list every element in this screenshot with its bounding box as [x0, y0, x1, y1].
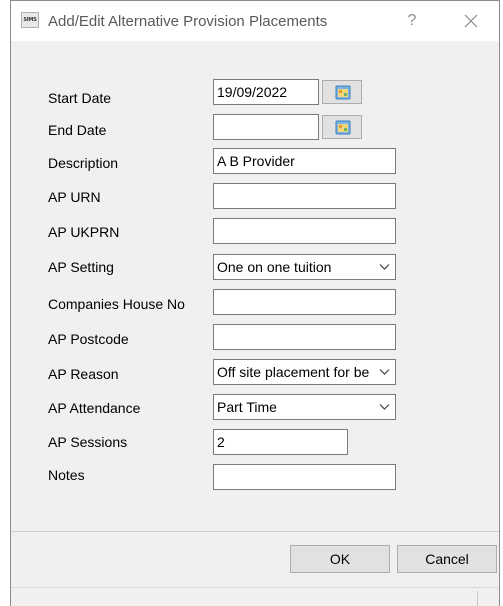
companies-house-no-input[interactable] — [213, 289, 396, 315]
ap-urn-label: AP URN — [48, 189, 101, 205]
end-date-input[interactable] — [213, 114, 319, 140]
close-button[interactable] — [456, 6, 486, 36]
ap-reason-value: Off site placement for be — [217, 364, 370, 380]
window-title: Add/Edit Alternative Provision Placement… — [48, 13, 328, 30]
ok-button[interactable]: OK — [290, 545, 390, 573]
calendar-icon — [335, 120, 351, 135]
ap-setting-select[interactable]: One on one tuition — [213, 254, 396, 280]
ap-sessions-label: AP Sessions — [48, 434, 128, 450]
description-input[interactable]: A B Provider — [213, 148, 396, 174]
start-date-calendar-button[interactable] — [322, 80, 362, 104]
ap-attendance-label: AP Attendance — [48, 400, 141, 416]
dialog-window: SIMS Add/Edit Alternative Provision Plac… — [10, 0, 500, 606]
ap-ukprn-input[interactable] — [213, 218, 396, 244]
ap-urn-input[interactable] — [213, 183, 396, 209]
end-date-label: End Date — [48, 122, 107, 138]
calendar-icon — [335, 85, 351, 100]
close-icon — [464, 14, 478, 28]
chevron-down-icon — [379, 264, 390, 270]
ap-attendance-value: Part Time — [217, 399, 277, 415]
status-strip — [11, 587, 499, 606]
chevron-down-icon — [379, 404, 390, 410]
ap-reason-label: AP Reason — [48, 366, 119, 382]
ap-setting-value: One on one tuition — [217, 259, 332, 275]
ap-postcode-label: AP Postcode — [48, 331, 129, 347]
status-divider — [477, 591, 478, 606]
start-date-label: Start Date — [48, 90, 112, 106]
app-icon: SIMS — [21, 12, 39, 28]
chevron-down-icon — [379, 369, 390, 375]
ap-sessions-input[interactable]: 2 — [213, 429, 348, 455]
ap-ukprn-label: AP UKPRN — [48, 224, 120, 240]
ap-reason-select[interactable]: Off site placement for be — [213, 359, 396, 385]
description-label: Description — [48, 155, 119, 171]
ap-setting-label: AP Setting — [48, 259, 114, 275]
help-button[interactable]: ? — [400, 8, 424, 34]
companies-house-no-label: Companies House No — [48, 296, 185, 312]
end-date-calendar-button[interactable] — [322, 115, 362, 139]
ap-attendance-select[interactable]: Part Time — [213, 394, 396, 420]
notes-input[interactable] — [213, 464, 396, 490]
cancel-button[interactable]: Cancel — [397, 545, 497, 573]
dialog-footer: OK Cancel — [11, 531, 499, 606]
title-bar: SIMS Add/Edit Alternative Provision Plac… — [11, 1, 499, 41]
notes-label: Notes — [48, 467, 85, 483]
start-date-input[interactable]: 19/09/2022 — [213, 79, 319, 105]
ap-postcode-input[interactable] — [213, 324, 396, 350]
